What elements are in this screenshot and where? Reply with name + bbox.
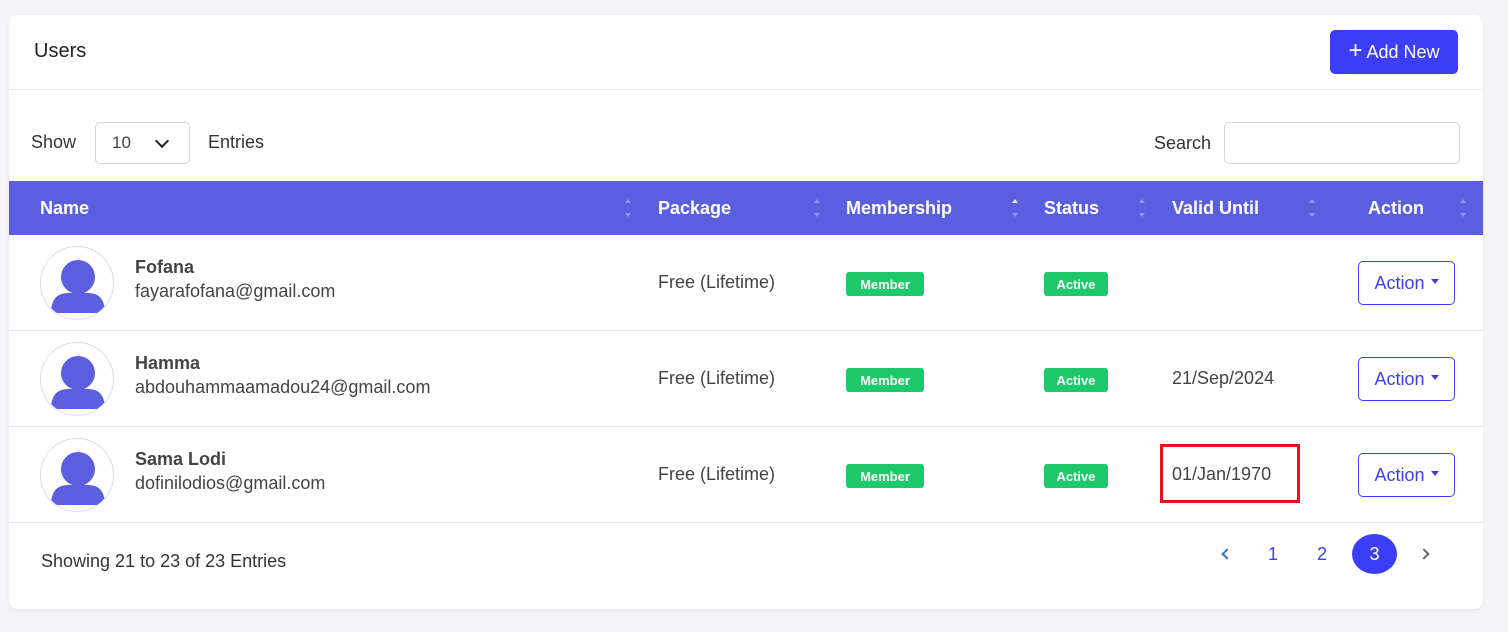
action-dropdown-button[interactable]: Action <box>1358 453 1455 497</box>
package-cell: Free (Lifetime) <box>658 464 776 484</box>
column-label: Package <box>658 197 732 218</box>
users-card: Users + Add New Show 10 Entries Search N… <box>9 15 1483 609</box>
status-badge: Active <box>1044 368 1108 392</box>
search-label: Search <box>1154 133 1212 153</box>
user-email: abdouhammaamadou24@gmail.com <box>135 377 431 397</box>
action-label: Action <box>1374 368 1425 389</box>
sort-icon[interactable] <box>813 199 821 217</box>
card-header: Users + Add New <box>9 15 1483 90</box>
add-new-button[interactable]: + Add New <box>1330 30 1458 74</box>
chevron-down-icon <box>154 133 170 148</box>
pagination-page-3[interactable]: 3 <box>1352 534 1397 574</box>
caret-down-icon <box>1430 279 1439 284</box>
table-row: Fofana fayarafofana@gmail.com Free (Life… <box>9 235 1483 331</box>
action-label: Action <box>1374 272 1425 293</box>
column-label: Membership <box>846 197 953 218</box>
pagination-page-2[interactable]: 2 <box>1302 534 1342 574</box>
show-label: Show <box>31 132 77 152</box>
plus-icon: + <box>1348 36 1363 64</box>
column-header-action[interactable]: Action <box>1368 181 1424 235</box>
column-label: Valid Until <box>1172 197 1260 218</box>
user-avatar-icon <box>40 438 114 512</box>
user-name: Hamma <box>135 353 201 373</box>
valid-until-cell: 21/Sep/2024 <box>1172 368 1275 388</box>
table-row: Sama Lodi dofinilodios@gmail.com Free (L… <box>9 427 1483 523</box>
user-avatar-icon <box>40 342 114 416</box>
sort-icon[interactable] <box>624 199 632 217</box>
entries-label: Entries <box>208 132 265 152</box>
status-badge: Active <box>1044 464 1108 488</box>
status-badge: Active <box>1044 272 1108 296</box>
pagination-next[interactable] <box>1405 534 1445 574</box>
user-email: fayarafofana@gmail.com <box>135 281 336 301</box>
highlight-box <box>1160 444 1300 503</box>
package-cell: Free (Lifetime) <box>658 368 776 388</box>
table-header: Name Package Membership Status Valid Unt… <box>9 181 1483 235</box>
sort-icon[interactable] <box>1011 199 1019 217</box>
column-label: Name <box>40 197 90 218</box>
entries-select-value: 10 <box>112 133 131 152</box>
page-title: Users <box>34 40 87 62</box>
user-avatar-icon <box>40 246 114 320</box>
action-dropdown-button[interactable]: Action <box>1358 357 1455 401</box>
pagination-page-1[interactable]: 1 <box>1253 534 1293 574</box>
column-header-valid-until[interactable]: Valid Until <box>1172 181 1259 235</box>
column-header-name[interactable]: Name <box>40 181 89 235</box>
membership-badge: Member <box>846 272 924 296</box>
membership-badge: Member <box>846 464 924 488</box>
sort-icon[interactable] <box>1138 199 1146 217</box>
action-dropdown-button[interactable]: Action <box>1358 261 1455 305</box>
user-email: dofinilodios@gmail.com <box>135 473 326 493</box>
package-cell: Free (Lifetime) <box>658 272 776 292</box>
pagination-prev[interactable] <box>1205 534 1245 574</box>
user-name: Fofana <box>135 257 195 277</box>
sort-icon[interactable] <box>1308 199 1316 217</box>
chevron-right-icon <box>1417 548 1430 560</box>
membership-badge: Member <box>846 368 924 392</box>
sort-icon[interactable] <box>1459 199 1467 217</box>
column-label: Action <box>1368 197 1424 218</box>
entries-select[interactable]: 10 <box>95 122 190 164</box>
action-label: Action <box>1374 464 1425 485</box>
caret-down-icon <box>1430 471 1439 476</box>
column-header-membership[interactable]: Membership <box>846 181 952 235</box>
search-input[interactable] <box>1224 122 1460 164</box>
user-name: Sama Lodi <box>135 449 227 469</box>
column-header-status[interactable]: Status <box>1044 181 1099 235</box>
table-row: Hamma abdouhammaamadou24@gmail.com Free … <box>9 331 1483 427</box>
chevron-left-icon <box>1220 548 1233 560</box>
column-header-package[interactable]: Package <box>658 181 731 235</box>
column-label: Status <box>1044 197 1100 218</box>
caret-down-icon <box>1430 375 1439 380</box>
add-new-label: Add New <box>1366 41 1440 62</box>
showing-entries-text: Showing 21 to 23 of 23 Entries <box>41 551 287 571</box>
